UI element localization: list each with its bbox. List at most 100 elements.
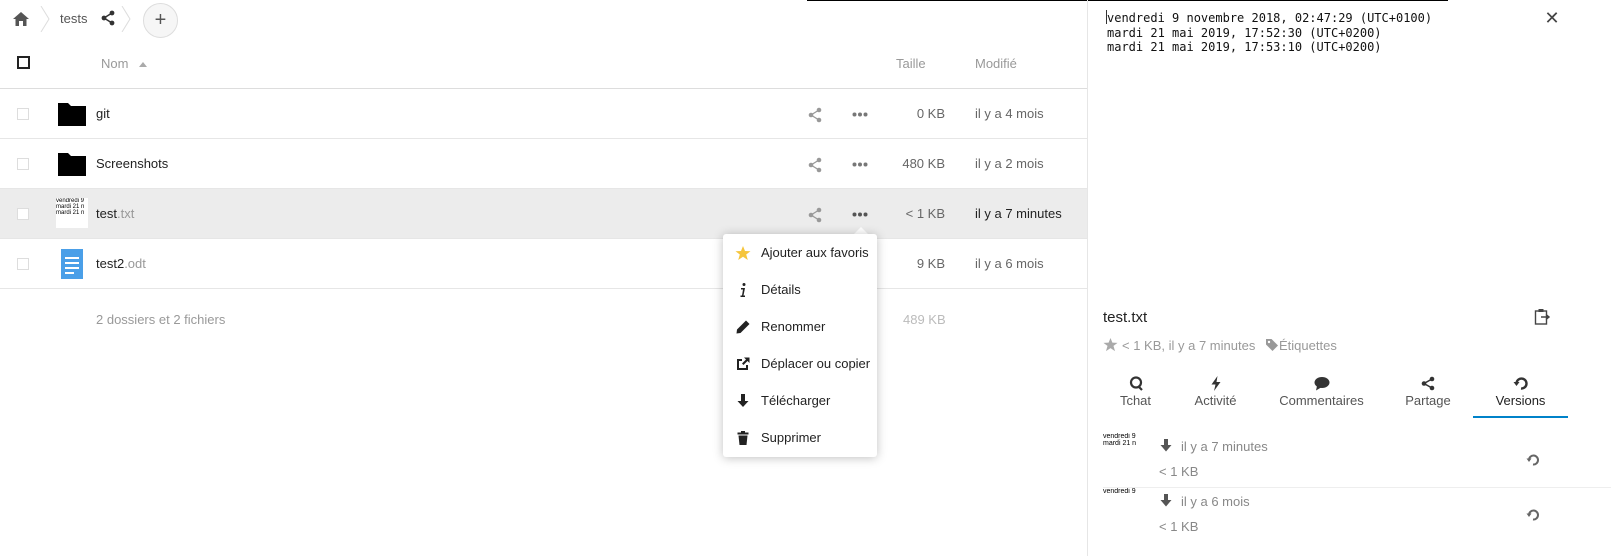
sidebar-tabs: Tchat Activité Commentaires Partage Vers…	[1088, 370, 1611, 418]
file-name[interactable]: test2.odt	[96, 256, 146, 271]
thumbnail-line: mardi 21 n	[56, 210, 85, 216]
menu-item-label: Supprimer	[761, 430, 821, 445]
file-thumbnail: vendredi 9 mardi 21 n mardi 21 n	[56, 198, 88, 228]
menu-item-move-copy[interactable]: Déplacer ou copier	[723, 345, 877, 382]
file-size: 480 KB	[902, 156, 945, 171]
version-size: < 1 KB	[1159, 519, 1199, 534]
share-icon[interactable]	[807, 157, 823, 173]
share-icon[interactable]	[100, 10, 116, 26]
tags-link[interactable]: Étiquettes	[1279, 338, 1337, 353]
pencil-icon	[736, 320, 750, 334]
favorite-star-icon[interactable]	[1103, 337, 1118, 352]
menu-item-label: Déplacer ou copier	[761, 356, 871, 371]
tab-label: Tchat	[1119, 393, 1152, 408]
file-size: < 1 KB	[905, 206, 945, 221]
file-size: 9 KB	[916, 256, 945, 271]
menu-item-label: Renommer	[761, 319, 826, 334]
more-options-icon[interactable]	[852, 162, 868, 167]
menu-item-rename[interactable]: Renommer	[723, 308, 877, 345]
file-modified: il y a 4 mois	[975, 106, 1044, 121]
tab-commentaires[interactable]: Commentaires	[1268, 370, 1375, 418]
new-file-button[interactable]: +	[143, 3, 178, 38]
close-sidebar-button[interactable]: ✕	[1543, 9, 1561, 27]
row-checkbox[interactable]	[17, 258, 29, 270]
details-sidebar: vendredi 9 novembre 2018, 02:47:29 (UTC+…	[1087, 0, 1611, 556]
version-time[interactable]: il y a 6 mois	[1181, 494, 1250, 509]
restore-icon[interactable]	[1526, 453, 1540, 467]
table-header: Nom Taille Modifié	[0, 44, 1087, 89]
tab-label: Activité	[1194, 393, 1237, 408]
tag-icon	[1266, 339, 1278, 351]
breadcrumb-folder[interactable]: tests	[60, 11, 87, 26]
row-checkbox[interactable]	[17, 108, 29, 120]
file-actions-menu: Ajouter aux favoris Détails Renommer Dép…	[723, 234, 877, 457]
row-checkbox[interactable]	[17, 158, 29, 170]
file-modified: il y a 6 mois	[975, 256, 1044, 271]
sidebar-meta-text: < 1 KB, il y a 7 minutes	[1122, 338, 1256, 353]
clipboard-icon[interactable]	[1534, 308, 1550, 325]
column-header-modified[interactable]: Modifié	[975, 56, 1017, 71]
file-summary: 2 dossiers et 2 fichiers	[96, 312, 226, 327]
menu-item-delete[interactable]: Supprimer	[723, 419, 877, 456]
menu-item-download[interactable]: Télécharger	[723, 382, 877, 419]
version-size: < 1 KB	[1159, 464, 1199, 479]
share-icon	[1421, 376, 1435, 391]
menu-item-add-favorite[interactable]: Ajouter aux favoris	[723, 234, 877, 271]
menu-item-details[interactable]: Détails	[723, 271, 877, 308]
version-item: vendredi 9 il y a 6 mois < 1 KB	[1088, 488, 1611, 543]
chevron-right-icon	[40, 6, 50, 32]
lightning-icon	[1211, 376, 1220, 391]
table-row[interactable]: test2.odt 9 KB il y a 6 mois	[0, 239, 1087, 289]
column-header-name[interactable]: Nom	[101, 56, 128, 71]
breadcrumb: tests +	[0, 0, 1087, 38]
version-time[interactable]: il y a 7 minutes	[1181, 439, 1268, 454]
folder-icon	[58, 103, 86, 126]
thumbnail-line: vendredi 9	[1103, 488, 1136, 495]
share-icon[interactable]	[807, 207, 823, 223]
star-icon	[735, 246, 751, 260]
tab-label: Versions	[1495, 393, 1546, 408]
table-row[interactable]: git 0 KB il y a 4 mois	[0, 89, 1087, 139]
history-icon	[1513, 377, 1528, 390]
restore-icon[interactable]	[1526, 508, 1540, 522]
home-icon[interactable]	[12, 11, 30, 27]
tab-partage[interactable]: Partage	[1393, 370, 1463, 418]
more-options-icon[interactable]	[852, 112, 868, 117]
download-icon	[737, 394, 749, 407]
select-all-checkbox[interactable]	[17, 56, 30, 69]
download-icon[interactable]	[1160, 439, 1172, 452]
plus-icon: +	[154, 9, 167, 31]
row-checkbox[interactable]	[17, 208, 29, 220]
menu-item-label: Détails	[761, 282, 801, 297]
share-icon[interactable]	[807, 107, 823, 123]
file-name[interactable]: test.txt	[96, 206, 134, 221]
chat-bubble-icon	[1129, 376, 1143, 391]
table-row[interactable]: vendredi 9 mardi 21 n mardi 21 n test.tx…	[0, 189, 1087, 239]
file-name[interactable]: Screenshots	[96, 156, 168, 171]
more-options-icon[interactable]	[852, 212, 868, 217]
menu-item-label: Télécharger	[761, 393, 831, 408]
total-size: 489 KB	[903, 312, 946, 327]
folder-icon	[58, 153, 86, 176]
external-icon	[737, 357, 750, 370]
file-modified: il y a 7 minutes	[975, 206, 1062, 221]
download-icon[interactable]	[1160, 494, 1172, 507]
menu-item-label: Ajouter aux favoris	[761, 245, 869, 260]
thumbnail-line: mardi 21 n	[1103, 440, 1137, 447]
chevron-right-icon	[121, 6, 131, 32]
info-icon	[740, 283, 746, 297]
preview-line: mardi 21 mai 2019, 17:53:10 (UTC+0200)	[1107, 40, 1382, 54]
preview-line: mardi 21 mai 2019, 17:52:30 (UTC+0200)	[1107, 25, 1382, 40]
table-row[interactable]: Screenshots 480 KB il y a 2 mois	[0, 139, 1087, 189]
sidebar-file-title: test.txt	[1103, 309, 1148, 326]
tab-activite[interactable]: Activité	[1183, 370, 1248, 418]
column-header-size[interactable]: Taille	[896, 56, 926, 71]
tab-tchat[interactable]: Tchat	[1103, 370, 1168, 418]
file-name[interactable]: git	[96, 106, 110, 121]
tab-versions[interactable]: Versions	[1473, 370, 1568, 418]
file-preview: vendredi 9 novembre 2018, 02:47:29 (UTC+…	[1107, 11, 1432, 55]
document-icon	[61, 249, 83, 279]
trash-icon	[737, 431, 749, 445]
tab-label: Partage	[1405, 393, 1451, 408]
comment-icon	[1314, 377, 1329, 391]
